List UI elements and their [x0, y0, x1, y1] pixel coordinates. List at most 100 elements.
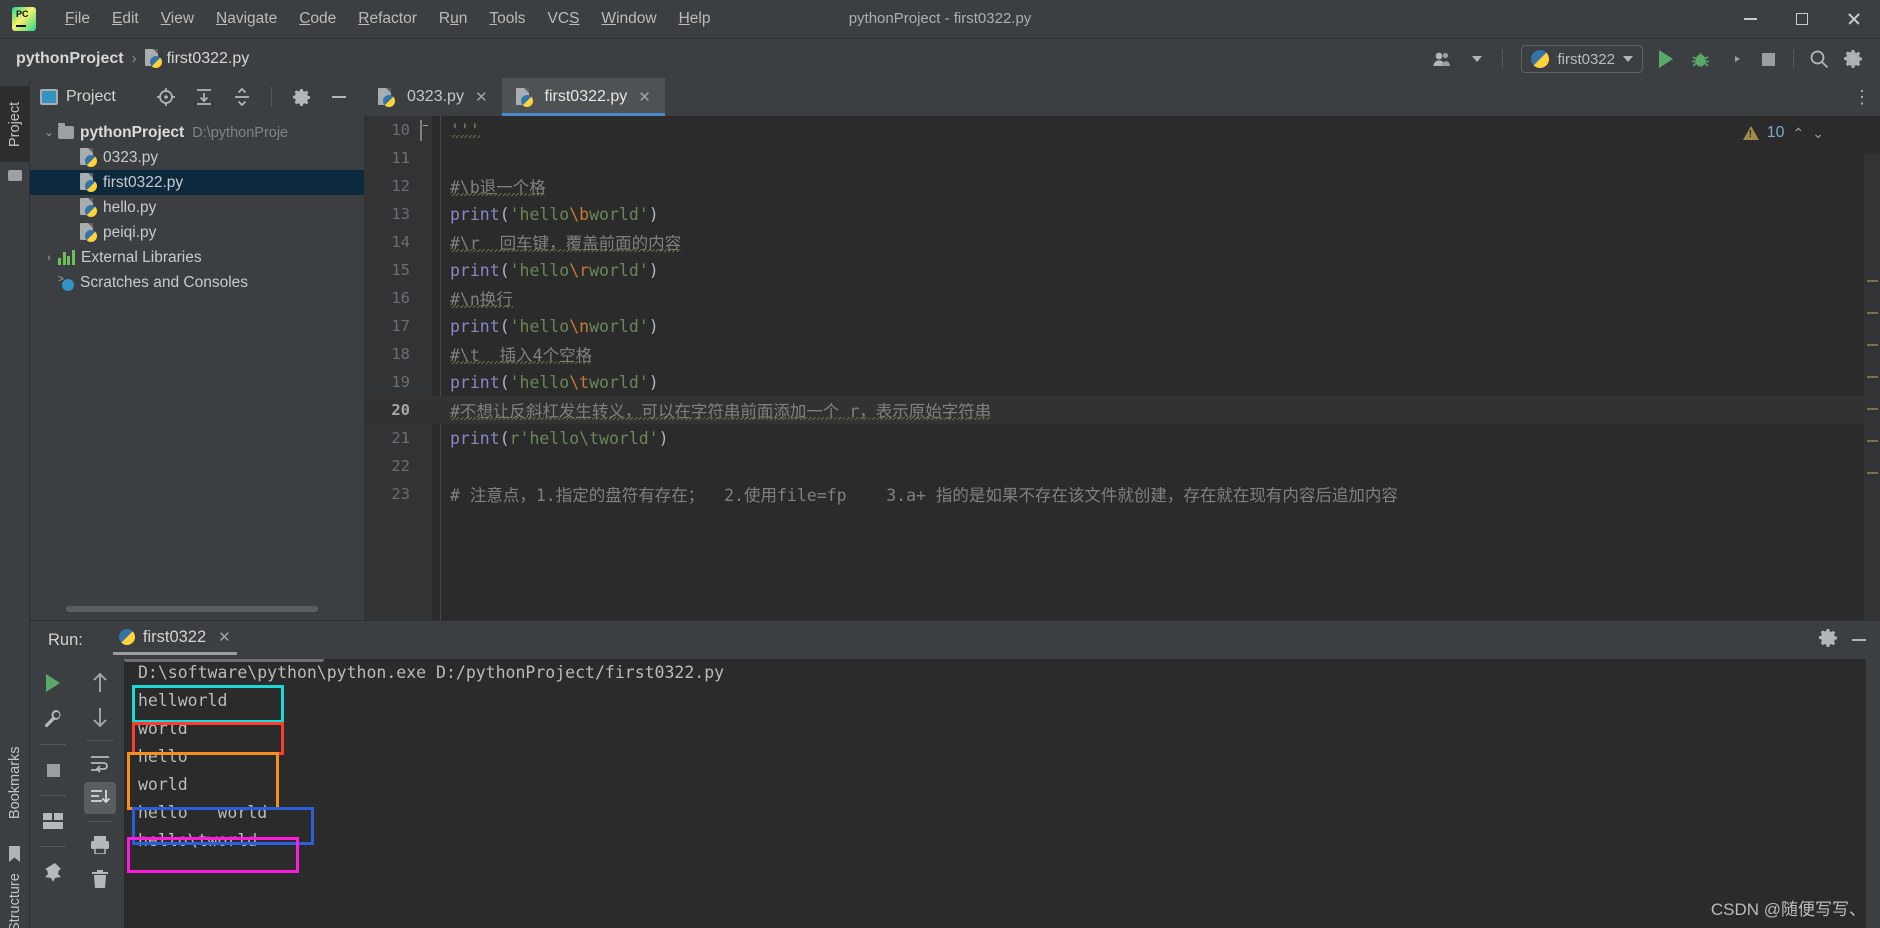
layout-settings-button[interactable] [37, 805, 69, 837]
expand-all-icon[interactable] [187, 80, 221, 114]
gear-icon[interactable] [1818, 628, 1838, 653]
previous-occurrence-button[interactable] [84, 667, 116, 699]
menu-item-view[interactable]: View [150, 6, 205, 32]
collapse-all-icon[interactable] [225, 80, 259, 114]
run-tab[interactable]: first0322 ✕ [112, 628, 237, 655]
hide-panel-icon[interactable] [322, 80, 356, 114]
project-horizontal-scrollbar[interactable] [66, 606, 318, 612]
code-editor[interactable]: 10 ''' 11 12 #\b退一个格 13 print('hello\bworld') 1… [364, 116, 1880, 620]
code-line[interactable]: 16 #\n换行 [364, 284, 1880, 312]
clear-all-button[interactable] [84, 863, 116, 895]
tree-item-hello-py[interactable]: hello.py [30, 195, 364, 220]
menu-item-navigate[interactable]: Navigate [205, 6, 288, 32]
run-with-coverage-button[interactable] [1717, 42, 1751, 76]
run-panel-label: Run: [48, 630, 83, 649]
print-button[interactable] [84, 829, 116, 861]
stripe-mark [1867, 312, 1878, 314]
gear-icon[interactable] [284, 80, 318, 114]
menu-item-tools[interactable]: Tools [478, 6, 536, 32]
run-console-output[interactable]: D:\software\python\python.exe D:/pythonP… [124, 659, 1880, 928]
code-line[interactable]: 23 # 注意点，1.指定的盘符有存在； 2.使用file=fp 3.a+ 指的是… [364, 480, 1880, 508]
chevron-down-icon[interactable]: ⌄ [40, 126, 58, 139]
editor-tabs-overflow[interactable]: ⋮ [1853, 78, 1880, 116]
menu-bar: File Edit View Navigate Code Refactor Run Tools… [54, 6, 721, 32]
error-stripe-marker-bar[interactable] [1864, 154, 1880, 620]
run-configuration-selector[interactable]: first0322 [1521, 45, 1643, 73]
code-line[interactable]: 18 #\t 插入4个空格 [364, 340, 1880, 368]
close-icon[interactable]: ✕ [218, 628, 231, 646]
menu-item-window[interactable]: Window [590, 6, 667, 32]
locate-icon[interactable] [149, 80, 183, 114]
soft-wrap-button[interactable] [84, 748, 116, 780]
tree-item-first0322-py[interactable]: first0322.py [30, 170, 364, 195]
code-line[interactable]: 19 print('hello\tworld') [364, 368, 1880, 396]
search-everywhere-button[interactable] [1802, 42, 1836, 76]
menu-item-edit[interactable]: Edit [101, 6, 150, 32]
wrench-icon [44, 710, 61, 728]
editor-tab-0323-py[interactable]: 0323.py ✕ [364, 78, 502, 116]
maximize-button[interactable] [1776, 0, 1828, 38]
menu-item-file[interactable]: File [54, 6, 101, 32]
console-line: hello [138, 747, 188, 766]
previous-problem-icon[interactable]: ⌃ [1793, 125, 1805, 142]
console-scrollbar[interactable] [124, 659, 324, 662]
menu-item-run[interactable]: Run [428, 6, 478, 32]
scroll-to-end-button[interactable] [84, 782, 116, 814]
inspection-highlight: #\r 回车键，覆盖前面的内容 [450, 230, 682, 254]
tree-item-external-libraries[interactable]: › External Libraries [30, 245, 364, 270]
layout-icon [43, 813, 63, 829]
menu-item-vcs[interactable]: VCS [537, 6, 591, 32]
next-problem-icon[interactable]: ⌄ [1812, 125, 1824, 142]
code-token: \b [569, 204, 590, 224]
warning-squiggle [450, 249, 682, 252]
code-line[interactable]: 17 print('hello\nworld') [364, 312, 1880, 340]
editor-tab-first0322-py[interactable]: first0322.py ✕ [501, 78, 666, 116]
code-line[interactable]: 12 #\b退一个格 [364, 172, 1880, 200]
code-line[interactable]: 15 print('hello\rworld') [364, 256, 1880, 284]
inspection-widget[interactable]: 10 ⌃ ⌄ [1742, 124, 1824, 142]
menu-item-refactor[interactable]: Refactor [347, 6, 428, 32]
rerun-button[interactable] [37, 667, 69, 699]
settings-button[interactable] [1836, 42, 1870, 76]
close-button[interactable] [1828, 0, 1880, 38]
search-icon [1810, 50, 1829, 69]
sidebar-tab-project[interactable]: Project [0, 86, 30, 162]
breadcrumb-file[interactable]: first0322.py [167, 50, 250, 68]
chevron-right-icon[interactable]: › [40, 252, 58, 264]
code-line[interactable]: 13 print('hello\bworld') [364, 200, 1880, 228]
menu-item-code[interactable]: Code [288, 6, 347, 32]
tree-item-pythonproject[interactable]: ⌄ pythonProject D:\pythonProje [30, 120, 364, 145]
tree-item-scratches-and-consoles[interactable]: >_ Scratches and Consoles [30, 270, 364, 295]
code-line[interactable]: 22 [364, 452, 1880, 480]
next-occurrence-button[interactable] [84, 701, 116, 733]
run-settings-button[interactable] [37, 703, 69, 735]
run-button[interactable] [1649, 42, 1683, 76]
breadcrumb-project[interactable]: pythonProject [16, 50, 124, 68]
tree-item-path: D:\pythonProje [192, 124, 289, 141]
code-line[interactable]: 20 #不想让反斜杠发生转义，可以在字符串前面添加一个 r，表示原始字符串 [364, 396, 1880, 424]
console-vertical-scrollbar[interactable] [1866, 659, 1880, 928]
toolbar-divider [87, 821, 113, 822]
menu-item-help[interactable]: Help [668, 6, 722, 32]
tree-item-peiqi-py[interactable]: peiqi.py [30, 220, 364, 245]
sidebar-tab-structure[interactable]: Structure [0, 853, 30, 928]
fold-column[interactable] [420, 119, 434, 141]
code-line[interactable]: 14 #\r 回车键，覆盖前面的内容 [364, 228, 1880, 256]
code-line[interactable]: 10 ''' [364, 116, 1880, 144]
pin-tab-button[interactable] [37, 856, 69, 888]
code-token: 'hello [509, 260, 570, 280]
tree-item-0323-py[interactable]: 0323.py [30, 145, 364, 170]
user-dropdown-caret[interactable] [1460, 42, 1494, 76]
hide-panel-icon[interactable] [1852, 639, 1866, 641]
fold-collapse-icon[interactable] [420, 119, 422, 141]
stop-button[interactable] [37, 754, 69, 786]
debug-button[interactable] [1683, 42, 1717, 76]
user-icon[interactable] [1426, 42, 1460, 76]
code-line[interactable]: 11 [364, 144, 1880, 172]
sidebar-tab-bookmarks[interactable]: Bookmarks [0, 728, 30, 838]
code-line[interactable]: 21 print(r'hello\tworld') [364, 424, 1880, 452]
close-icon[interactable]: ✕ [475, 88, 488, 106]
stop-button[interactable] [1751, 42, 1785, 76]
close-icon[interactable]: ✕ [638, 88, 651, 106]
minimize-button[interactable] [1724, 0, 1776, 38]
